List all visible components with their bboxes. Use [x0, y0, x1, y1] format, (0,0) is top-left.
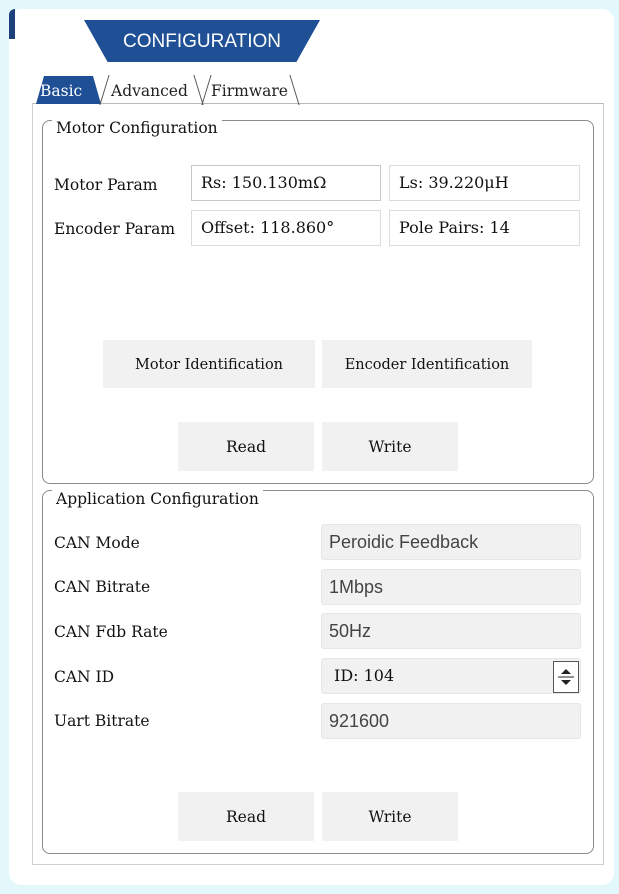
can-id-label: CAN ID — [54, 668, 115, 686]
can-bitrate-label: CAN Bitrate — [54, 578, 151, 596]
motor-identification-button[interactable]: Motor Identification — [103, 340, 315, 388]
tab-basic[interactable]: Basic — [36, 76, 101, 104]
can-id-spinbox[interactable]: ID: 104 — [321, 658, 581, 694]
app-read-button[interactable]: Read — [178, 792, 314, 841]
can-fdb-rate-select[interactable]: 50Hz — [321, 613, 581, 649]
app-config-title: Application Configuration — [52, 490, 263, 508]
uart-bitrate-label: Uart Bitrate — [54, 712, 150, 730]
up-down-arrows-icon — [558, 669, 574, 685]
can-id-stepper[interactable] — [553, 661, 579, 693]
encoder-param-label: Encoder Param — [54, 220, 176, 238]
motor-param-label: Motor Param — [54, 176, 158, 194]
ls-field[interactable]: Ls: 39.220μH — [389, 165, 580, 201]
page-title: CONFIGURATION — [123, 31, 281, 52]
offset-field[interactable]: Offset: 118.860° — [191, 210, 381, 246]
motor-read-button[interactable]: Read — [178, 422, 314, 471]
tab-advanced[interactable]: Advanced — [101, 76, 201, 104]
can-bitrate-select[interactable]: 1Mbps — [321, 569, 581, 605]
app-write-button[interactable]: Write — [322, 792, 458, 841]
can-fdb-rate-label: CAN Fdb Rate — [54, 623, 168, 641]
pole-pairs-field[interactable]: Pole Pairs: 14 — [389, 210, 580, 246]
can-mode-select[interactable]: Peroidic Feedback — [321, 524, 581, 560]
window-accent — [9, 9, 15, 39]
tab-firmware[interactable]: Firmware — [201, 76, 299, 104]
uart-bitrate-select[interactable]: 921600 — [321, 703, 581, 739]
motor-write-button[interactable]: Write — [322, 422, 458, 471]
motor-config-title: Motor Configuration — [52, 119, 222, 137]
can-mode-label: CAN Mode — [54, 534, 140, 552]
encoder-identification-button[interactable]: Encoder Identification — [322, 340, 532, 388]
rs-field[interactable]: Rs: 150.130mΩ — [191, 165, 381, 201]
